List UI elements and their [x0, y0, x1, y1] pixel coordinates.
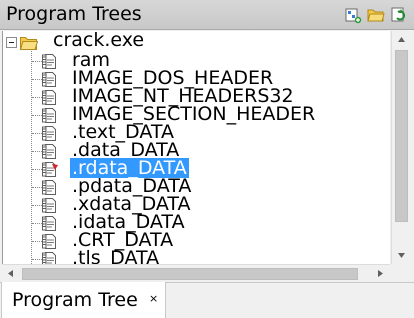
program-trees-panel: Program Trees crack.exe ram IMAGE_DOS_HE… [0, 0, 414, 318]
close-icon[interactable]: × [149, 292, 158, 306]
vertical-scrollbar[interactable] [391, 31, 410, 264]
tree-root-node[interactable]: crack.exe [3, 31, 203, 51]
tab-program-tree[interactable]: Program Tree × [1, 282, 166, 318]
scroll-down-icon[interactable] [392, 247, 411, 264]
tab-label: Program Tree [12, 289, 138, 311]
document-icon [42, 143, 59, 160]
document-icon [42, 179, 59, 196]
tree-root-label: crack.exe [53, 31, 145, 51]
tree-item[interactable]: .pdata_DATA [3, 176, 383, 196]
panel-title-bar: Program Trees [0, 0, 414, 30]
document-icon [42, 215, 59, 232]
document-icon [42, 233, 59, 250]
document-icon [42, 197, 59, 214]
tree-item[interactable]: .CRT_DATA [3, 230, 383, 250]
tree-item[interactable]: .tls_DATA [3, 247, 383, 264]
scrollbar-corner [391, 264, 410, 282]
scroll-right-icon[interactable] [372, 265, 389, 282]
vertical-scroll-thumb[interactable] [395, 50, 408, 222]
document-icon [42, 251, 59, 264]
horizontal-scroll-thumb[interactable] [22, 268, 358, 280]
folder-icon [19, 35, 39, 50]
tree-item[interactable]: IMAGE_SECTION_HEADER [3, 104, 383, 124]
collapse-toggle-icon[interactable] [6, 37, 17, 48]
document-icon [42, 125, 59, 142]
new-tree-icon[interactable] [344, 6, 362, 24]
open-folder-icon[interactable] [367, 6, 385, 24]
refresh-icon[interactable] [390, 6, 408, 24]
tree-item-label: .tls_DATA [72, 247, 160, 264]
tab-strip: Program Tree × [0, 282, 414, 318]
document-icon [42, 71, 59, 88]
document-icon [42, 107, 59, 124]
tree-item[interactable]: .xdata_DATA [3, 194, 383, 214]
title-actions [344, 6, 408, 24]
horizontal-scrollbar[interactable] [2, 264, 390, 282]
document-marked-icon [42, 161, 59, 178]
program-tree[interactable]: crack.exe ram IMAGE_DOS_HEADER IMAGE_NT_… [2, 31, 390, 264]
document-icon [42, 53, 59, 70]
document-icon [42, 89, 59, 106]
tree-item[interactable]: .text_DATA [3, 122, 383, 142]
tree-item[interactable]: .idata_DATA [3, 212, 383, 232]
scroll-left-icon[interactable] [2, 265, 19, 282]
panel-title: Program Trees [6, 3, 142, 25]
scroll-up-icon[interactable] [392, 31, 411, 48]
tree-item[interactable]: .data_DATA [3, 140, 383, 160]
